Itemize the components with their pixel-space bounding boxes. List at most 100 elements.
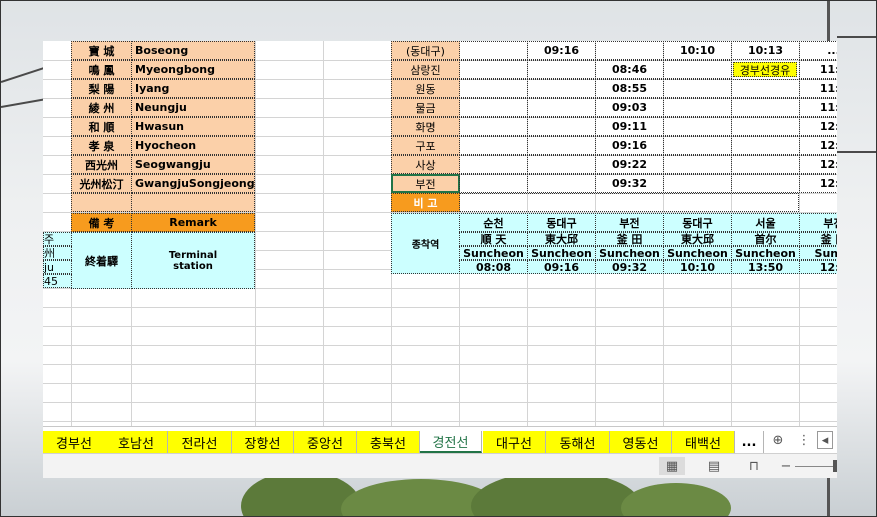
station-kr[interactable]: 물금: [391, 98, 460, 117]
remark-kr[interactable]: 비 고: [391, 193, 460, 212]
station-kr[interactable]: 구포: [391, 136, 460, 155]
time-cell[interactable]: 09:22: [595, 155, 664, 174]
terminal-col-kr[interactable]: 부전: [799, 213, 837, 232]
station-roman[interactable]: Boseong: [131, 41, 255, 60]
station-roman[interactable]: Iyang: [131, 79, 255, 98]
time-cell[interactable]: [527, 98, 596, 117]
station-kr[interactable]: 화명: [391, 117, 460, 136]
zoom-slider[interactable]: [795, 466, 837, 467]
sheet-tab[interactable]: 전라선: [168, 431, 232, 453]
terminal-col-kr[interactable]: 서울: [731, 213, 800, 232]
time-partial[interactable]: 11:5: [799, 98, 837, 117]
station-hanja[interactable]: 孝 泉: [71, 136, 132, 155]
sheet-tab[interactable]: 태백선: [672, 431, 735, 453]
time-cell[interactable]: [663, 60, 732, 79]
time-cell[interactable]: [731, 117, 800, 136]
time-cell[interactable]: [459, 41, 528, 60]
sheet-tab[interactable]: 대구선: [483, 431, 546, 453]
terminal-col-time[interactable]: 08:08: [459, 260, 528, 274]
station-kr[interactable]: 사상: [391, 155, 460, 174]
time-cell[interactable]: [527, 79, 596, 98]
time-cell[interactable]: [527, 136, 596, 155]
time-cell[interactable]: [527, 174, 596, 193]
time-cell[interactable]: [595, 41, 664, 60]
sheet-tab[interactable]: 경부선: [43, 431, 106, 453]
time-cell[interactable]: [731, 98, 800, 117]
time-cell[interactable]: [459, 117, 528, 136]
station-hanja[interactable]: 光州松汀: [71, 174, 132, 193]
station-roman[interactable]: Myeongbong: [131, 60, 255, 79]
time-partial[interactable]: 12:2: [799, 174, 837, 193]
remark-hanja[interactable]: 備 考: [71, 213, 132, 232]
remark-values[interactable]: [459, 193, 799, 212]
time-cell[interactable]: [731, 136, 800, 155]
terminal-col-roman[interactable]: Suncheon: [527, 246, 596, 260]
station-hanja[interactable]: 綾 州: [71, 98, 132, 117]
terminal-col-time[interactable]: 13:50: [731, 260, 800, 274]
terminal-col-hanja[interactable]: 首尔: [731, 232, 800, 246]
time-cell[interactable]: 09:32: [595, 174, 664, 193]
more-options-icon[interactable]: ⋮: [791, 431, 817, 449]
terminal-col-time[interactable]: 09:32: [595, 260, 664, 274]
time-cell[interactable]: 09:11: [595, 117, 664, 136]
station-hanja[interactable]: 和 順: [71, 117, 132, 136]
sheet-tab[interactable]: 경전선: [420, 431, 482, 453]
terminal-col-roman[interactable]: Suncheon: [731, 246, 800, 260]
time-cell[interactable]: [663, 155, 732, 174]
page-break-icon[interactable]: ⊓: [741, 457, 767, 475]
time-cell[interactable]: [527, 155, 596, 174]
time-cell[interactable]: [731, 79, 800, 98]
remark-roman[interactable]: Remark: [131, 213, 255, 232]
time-cell[interactable]: 09:03: [595, 98, 664, 117]
station-hanja[interactable]: 梨 陽: [71, 79, 132, 98]
station-kr[interactable]: 삼랑진: [391, 60, 460, 79]
time-cell[interactable]: [459, 79, 528, 98]
time-cell[interactable]: 08:55: [595, 79, 664, 98]
time-partial[interactable]: 12:1: [799, 155, 837, 174]
terminal-col-kr[interactable]: 동대구: [663, 213, 732, 232]
more-tabs-button[interactable]: ...: [735, 431, 764, 453]
station-kr[interactable]: 부전: [391, 174, 460, 193]
time-cell[interactable]: [663, 79, 732, 98]
partial-cell[interactable]: 주: [43, 232, 72, 246]
spreadsheet-grid[interactable]: 寶 城 Boseong 鳴 鳳 Myeongbong 梨 陽 Iyang 綾 州 Neungj…: [43, 41, 837, 426]
terminal-col-hanja[interactable]: 釜 田: [799, 232, 837, 246]
time-cell[interactable]: [731, 155, 800, 174]
time-cell[interactable]: [731, 174, 800, 193]
station-kr[interactable]: 원동: [391, 79, 460, 98]
grid-view-icon[interactable]: ▦: [659, 457, 685, 475]
station-roman[interactable]: Neungju: [131, 98, 255, 117]
terminal-col-hanja[interactable]: 東大邱: [527, 232, 596, 246]
sheet-tab[interactable]: 영동선: [610, 431, 672, 453]
time-cell[interactable]: [663, 174, 732, 193]
time-cell[interactable]: [459, 98, 528, 117]
time-partial[interactable]: 12:0: [799, 117, 837, 136]
station-kr[interactable]: (동대구): [391, 41, 460, 60]
terminal-col-kr[interactable]: 동대구: [527, 213, 596, 232]
station-hanja[interactable]: 西光州: [71, 155, 132, 174]
zoom-slider-thumb[interactable]: [833, 460, 837, 472]
time-cell[interactable]: 10:10: [663, 41, 732, 60]
terminal-col-hanja[interactable]: 東大邱: [663, 232, 732, 246]
time-cell[interactable]: [459, 136, 528, 155]
station-hanja[interactable]: 鳴 鳳: [71, 60, 132, 79]
terminal-col-kr[interactable]: 부전: [595, 213, 664, 232]
blank-cell[interactable]: [71, 193, 132, 212]
time-cell[interactable]: [459, 60, 528, 79]
station-roman[interactable]: Hyocheon: [131, 136, 255, 155]
terminal-roman[interactable]: Terminal station: [131, 232, 255, 289]
terminal-col-roman[interactable]: Sunch: [799, 246, 837, 260]
sheet-tab[interactable]: 중앙선: [294, 431, 357, 453]
terminal-col-roman[interactable]: Suncheon: [459, 246, 528, 260]
sheet-tab[interactable]: 충북선: [357, 431, 420, 453]
scroll-left-icon[interactable]: ◂: [817, 431, 833, 449]
time-cell[interactable]: [459, 174, 528, 193]
terminal-col-roman[interactable]: Suncheon: [663, 246, 732, 260]
time-partial[interactable]: 11:3: [799, 60, 837, 79]
terminal-col-time[interactable]: 09:16: [527, 260, 596, 274]
time-cell[interactable]: [459, 155, 528, 174]
time-partial[interactable]: 11:4: [799, 79, 837, 98]
sheet-tab[interactable]: 동해선: [546, 431, 610, 453]
terminal-col-kr[interactable]: 순천: [459, 213, 528, 232]
time-cell[interactable]: [663, 117, 732, 136]
